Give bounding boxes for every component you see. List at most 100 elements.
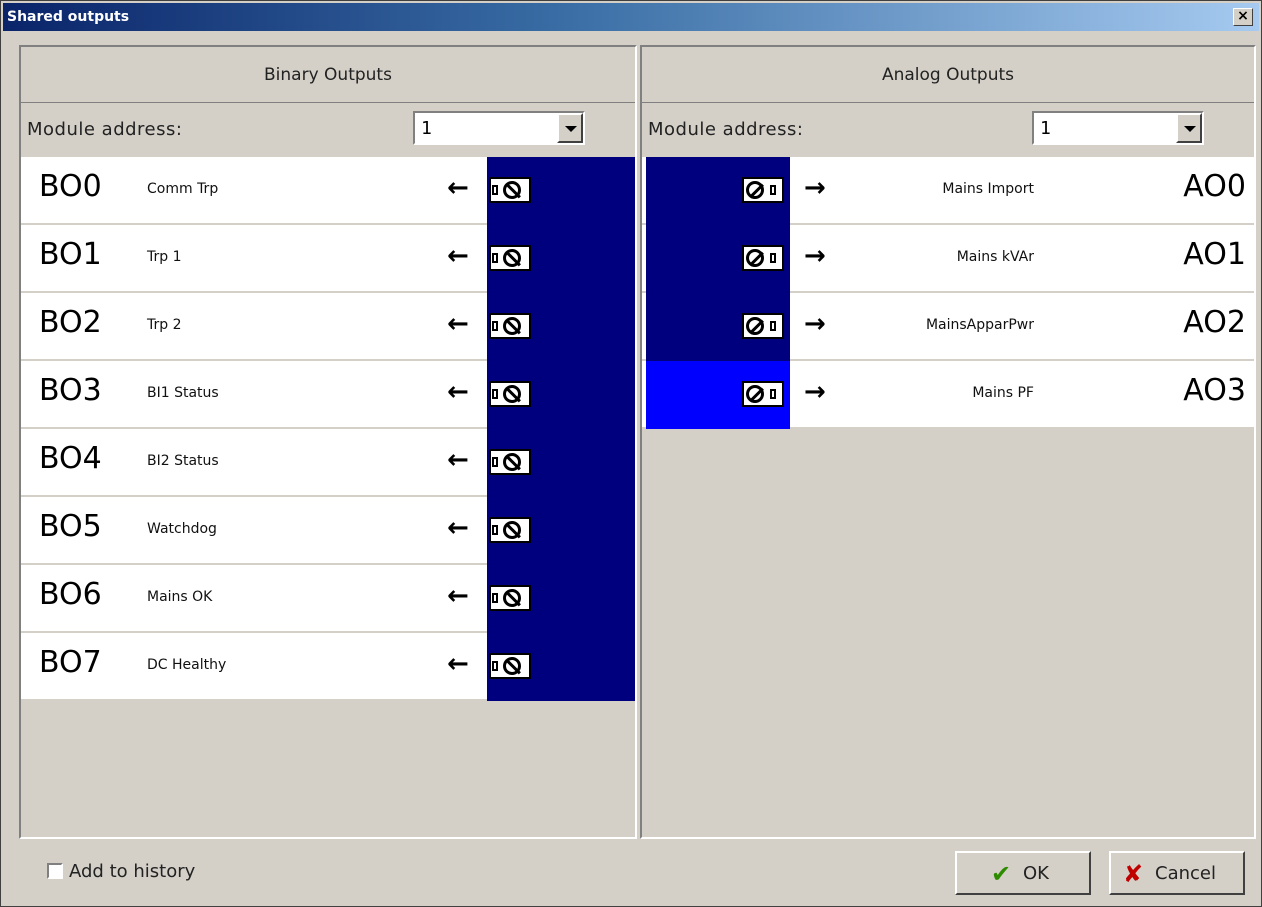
connector-pin: [492, 253, 498, 263]
binary-address-value: 1: [421, 118, 432, 139]
add-to-history-checkbox[interactable]: [47, 863, 63, 879]
output-code: AO1: [1183, 237, 1246, 272]
arrow-left-icon: ←: [447, 173, 469, 203]
arrow-left-icon: ←: [447, 309, 469, 339]
output-name: Mains PF: [972, 385, 1034, 401]
output-name: Mains OK: [147, 589, 213, 605]
cross-icon: ✘: [1123, 860, 1144, 888]
connector-disc: [503, 453, 521, 471]
connector-icon[interactable]: [489, 381, 531, 407]
binary-outputs-header: Binary Outputs: [21, 47, 635, 103]
binary-output-row[interactable]: BO4 BI2 Status ←: [21, 429, 635, 497]
chevron-down-icon[interactable]: [1176, 113, 1202, 143]
analog-output-row[interactable]: → Mains kVAr AO1: [642, 225, 1254, 293]
output-code: BO5: [39, 509, 102, 544]
binary-output-row[interactable]: BO6 Mains OK ←: [21, 565, 635, 633]
output-code: AO3: [1183, 373, 1246, 408]
output-name: BI2 Status: [147, 453, 219, 469]
add-to-history-label[interactable]: Add to history: [69, 861, 195, 882]
arrow-left-icon: ←: [447, 649, 469, 679]
analog-address-select[interactable]: 1: [1032, 111, 1204, 145]
connector-disc: [746, 317, 764, 335]
arrow-left-icon: ←: [447, 581, 469, 611]
title-bar: Shared outputs ×: [3, 3, 1259, 31]
cancel-button[interactable]: ✘ Cancel: [1109, 851, 1245, 895]
arrow-left-icon: ←: [447, 513, 469, 543]
analog-output-list: → Mains Import AO0 → Mains kVAr AO1 → MainsAppa…: [642, 157, 1254, 429]
output-name: MainsApparPwr: [925, 317, 1034, 333]
analog-outputs-panel: Analog Outputs Module address: 1 → Mains …: [640, 45, 1256, 839]
binary-output-list: BO0 Comm Trp ← BO1 Trp 1 ← BO2 Trp 2 ← BO3 BI1 Sta…: [21, 157, 635, 701]
arrow-left-icon: ←: [447, 241, 469, 271]
arrow-right-icon: →: [804, 309, 826, 339]
binary-output-row[interactable]: BO0 Comm Trp ←: [21, 157, 635, 225]
analog-address-value: 1: [1040, 118, 1051, 139]
connector-icon[interactable]: [489, 653, 531, 679]
chevron-down-icon[interactable]: [557, 113, 583, 143]
connector-pin: [492, 593, 498, 603]
cancel-label: Cancel: [1155, 863, 1216, 884]
connector-disc: [503, 385, 521, 403]
connector-disc: [746, 181, 764, 199]
connector-pin: [770, 321, 776, 331]
output-name: Watchdog: [147, 521, 217, 537]
output-name: Mains kVAr: [956, 249, 1034, 265]
connector-icon[interactable]: [742, 381, 784, 407]
analog-output-row[interactable]: → MainsApparPwr AO2: [642, 293, 1254, 361]
output-code: BO4: [39, 441, 102, 476]
analog-output-row[interactable]: → Mains PF AO3: [642, 361, 1254, 429]
connector-disc: [503, 589, 521, 607]
connector-icon[interactable]: [489, 245, 531, 271]
binary-output-row[interactable]: BO1 Trp 1 ←: [21, 225, 635, 293]
analog-address-row: Module address: 1: [642, 103, 1254, 155]
window-title: Shared outputs: [7, 9, 130, 25]
connector-icon[interactable]: [489, 177, 531, 203]
connector-icon[interactable]: [742, 177, 784, 203]
binary-output-row[interactable]: BO3 BI1 Status ←: [21, 361, 635, 429]
connector-pin: [492, 389, 498, 399]
connector-disc: [503, 249, 521, 267]
arrow-right-icon: →: [804, 241, 826, 271]
checkmark-icon: ✔: [991, 860, 1012, 888]
connector-pin: [492, 321, 498, 331]
connector-icon[interactable]: [489, 449, 531, 475]
connector-disc: [746, 385, 764, 403]
arrow-left-icon: ←: [447, 377, 469, 407]
binary-address-label: Module address:: [27, 119, 183, 140]
binary-output-row[interactable]: BO2 Trp 2 ←: [21, 293, 635, 361]
output-code: BO7: [39, 645, 102, 680]
shared-outputs-dialog: Shared outputs × Binary Outputs Module a…: [0, 0, 1262, 907]
connector-disc: [503, 181, 521, 199]
connector-icon[interactable]: [742, 313, 784, 339]
analog-address-label: Module address:: [648, 119, 804, 140]
arrow-left-icon: ←: [447, 445, 469, 475]
arrow-right-icon: →: [804, 173, 826, 203]
output-name: Trp 2: [147, 317, 182, 333]
ok-button[interactable]: ✔ OK: [955, 851, 1091, 895]
connector-pin: [492, 185, 498, 195]
connector-disc: [503, 521, 521, 539]
output-code: BO6: [39, 577, 102, 612]
connector-pin: [770, 185, 776, 195]
output-name: Comm Trp: [147, 181, 219, 197]
connector-disc: [503, 657, 521, 675]
output-name: Trp 1: [147, 249, 182, 265]
output-name: BI1 Status: [147, 385, 219, 401]
connector-icon[interactable]: [489, 517, 531, 543]
arrow-right-icon: →: [804, 377, 826, 407]
output-code: BO2: [39, 305, 102, 340]
binary-output-row[interactable]: BO5 Watchdog ←: [21, 497, 635, 565]
connector-disc: [503, 317, 521, 335]
connector-icon[interactable]: [489, 585, 531, 611]
output-code: BO3: [39, 373, 102, 408]
output-code: BO0: [39, 169, 102, 204]
binary-address-select[interactable]: 1: [413, 111, 585, 145]
output-code: AO2: [1183, 305, 1246, 340]
connector-disc: [746, 249, 764, 267]
analog-output-row[interactable]: → Mains Import AO0: [642, 157, 1254, 225]
binary-output-row[interactable]: BO7 DC Healthy ←: [21, 633, 635, 701]
close-button[interactable]: ×: [1233, 8, 1253, 26]
output-name: Mains Import: [942, 181, 1034, 197]
connector-icon[interactable]: [489, 313, 531, 339]
connector-icon[interactable]: [742, 245, 784, 271]
